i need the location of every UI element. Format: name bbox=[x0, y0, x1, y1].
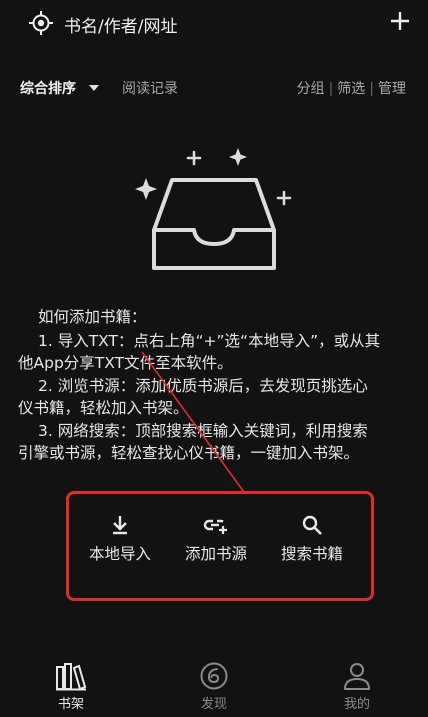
tab-discover[interactable]: 发现 bbox=[174, 661, 254, 712]
tab-bookshelf[interactable]: 书架 bbox=[31, 661, 111, 712]
tab-profile[interactable]: 我的 bbox=[317, 661, 397, 712]
help-text: 如何添加书籍： 1. 导入TXT：点右上角“+”选“本地导入”，或从其 他App… bbox=[0, 306, 428, 465]
download-icon bbox=[113, 516, 127, 535]
plus-icon[interactable] bbox=[388, 9, 412, 33]
search-icon bbox=[302, 515, 322, 535]
group-button[interactable]: 分组 bbox=[297, 81, 325, 97]
help-item-3: 3. 网络搜索：顶部搜索框输入关键词，利用搜索 bbox=[38, 421, 368, 440]
divider: | bbox=[369, 81, 374, 97]
help-item-2-cont: 仪书籍，轻松加入书架。 bbox=[18, 399, 189, 417]
help-item-3-cont: 引擎或书源，轻松查找心仪书籍，一键加入书架。 bbox=[18, 444, 360, 462]
quick-actions-highlight: 本地导入 添加书源 搜索书籍 bbox=[66, 491, 374, 601]
help-title: 如何添加书籍： bbox=[38, 308, 147, 326]
locate-icon[interactable] bbox=[28, 10, 54, 36]
empty-inbox-icon bbox=[135, 148, 292, 270]
filter-button[interactable]: 筛选 bbox=[337, 81, 365, 97]
add-source-label: 添加书源 bbox=[184, 545, 247, 563]
reading-history-tab[interactable]: 阅读记录 bbox=[122, 78, 178, 98]
top-bar: 书名/作者/网址 bbox=[0, 0, 428, 46]
bottom-tab-bar: 书架 发现 我的 bbox=[0, 655, 428, 717]
bookshelf-icon bbox=[56, 663, 87, 691]
tab-profile-label: 我的 bbox=[343, 697, 370, 712]
search-books-label: 搜索书籍 bbox=[280, 545, 343, 563]
filter-bar: 综合排序 阅读记录 分组 | 筛选 | 管理 bbox=[0, 76, 428, 100]
link-add-icon bbox=[203, 519, 227, 534]
divider: | bbox=[328, 81, 334, 97]
add-source-button[interactable]: 添加书源 bbox=[171, 514, 261, 564]
help-item-2: 2. 浏览书源：添加优质书源后，去发现页挑选心 bbox=[38, 376, 368, 395]
shelf-tools: 分组 | 筛选 | 管理 bbox=[297, 78, 406, 98]
help-item-1: 1. 导入TXT：点右上角“+”选“本地导入”，或从其 bbox=[38, 331, 381, 350]
tab-bookshelf-label: 书架 bbox=[57, 697, 84, 712]
discover-icon bbox=[200, 662, 228, 690]
sort-dropdown[interactable]: 综合排序 bbox=[20, 78, 76, 98]
profile-icon bbox=[344, 663, 370, 690]
local-import-label: 本地导入 bbox=[88, 545, 151, 563]
chevron-down-icon[interactable] bbox=[89, 85, 99, 91]
help-item-1-cont: 他App分享TXT文件至本软件。 bbox=[18, 354, 233, 372]
search-input[interactable]: 书名/作者/网址 bbox=[64, 12, 177, 37]
search-books-button[interactable]: 搜索书籍 bbox=[267, 514, 357, 564]
manage-button[interactable]: 管理 bbox=[378, 81, 406, 97]
tab-discover-label: 发现 bbox=[200, 697, 227, 712]
local-import-button[interactable]: 本地导入 bbox=[75, 514, 165, 564]
